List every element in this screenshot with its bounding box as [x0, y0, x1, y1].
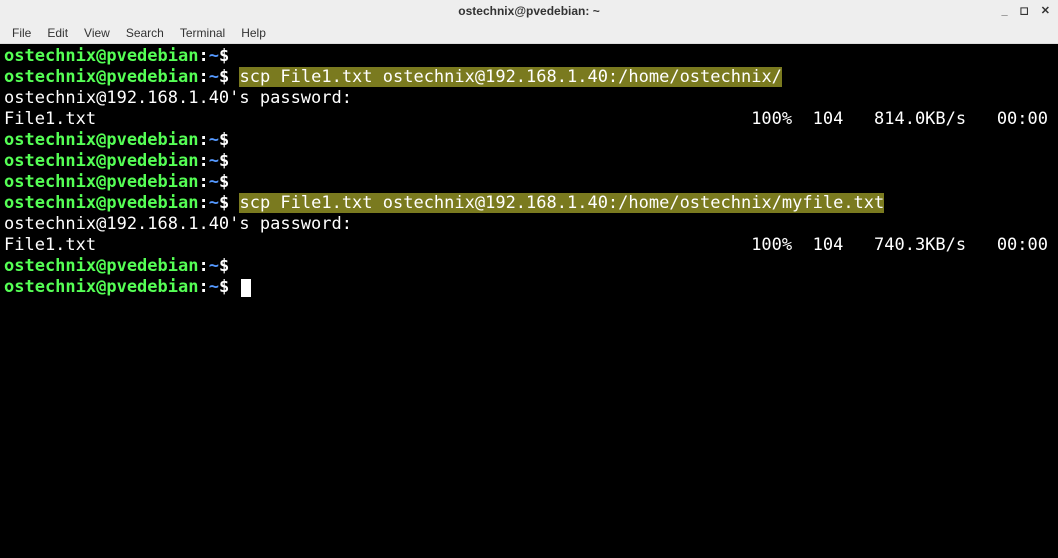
prompt-separator: :: [198, 151, 208, 171]
window-controls: _ ◻ ✕: [1000, 6, 1052, 17]
prompt-cwd: ~: [209, 172, 219, 192]
prompt-separator: :: [198, 172, 208, 192]
prompt-user-host: ostechnix@pvedebian: [4, 172, 198, 192]
titlebar[interactable]: ostechnix@pvedebian: ~ _ ◻ ✕: [0, 0, 1058, 22]
prompt-user-host: ostechnix@pvedebian: [4, 256, 198, 276]
window-title: ostechnix@pvedebian: ~: [458, 4, 599, 18]
prompt-user-host: ostechnix@pvedebian: [4, 46, 198, 66]
terminal-content[interactable]: ostechnix@pvedebian:~$ ostechnix@pvedebi…: [0, 44, 1058, 558]
prompt-user-host: ostechnix@pvedebian: [4, 277, 198, 297]
terminal-line: ostechnix@pvedebian:~$ scp File1.txt ost…: [4, 193, 1054, 214]
prompt-dollar: $: [219, 67, 229, 87]
menu-search[interactable]: Search: [118, 24, 172, 42]
transfer-stats: 100% 104 740.3KB/s 00:00: [751, 235, 1054, 256]
menu-terminal[interactable]: Terminal: [172, 24, 233, 42]
prompt-user-host: ostechnix@pvedebian: [4, 151, 198, 171]
prompt-cwd: ~: [209, 256, 219, 276]
menu-file[interactable]: File: [4, 24, 39, 42]
prompt-user-host: ostechnix@pvedebian: [4, 130, 198, 150]
prompt-separator: :: [198, 130, 208, 150]
prompt-user-host: ostechnix@pvedebian: [4, 67, 198, 87]
output-text: ostechnix@192.168.1.40's password:: [4, 88, 352, 108]
close-icon[interactable]: ✕: [1039, 6, 1052, 17]
menu-view[interactable]: View: [76, 24, 118, 42]
prompt-dollar: $: [219, 256, 229, 276]
transfer-filename: File1.txt: [4, 235, 96, 256]
minimize-icon[interactable]: _: [1000, 6, 1010, 17]
prompt-separator: :: [198, 256, 208, 276]
prompt-cwd: ~: [209, 151, 219, 171]
prompt-cwd: ~: [209, 130, 219, 150]
terminal-line: ostechnix@pvedebian:~$: [4, 130, 1054, 151]
terminal-line: ostechnix@pvedebian:~$: [4, 151, 1054, 172]
command-text: scp File1.txt ostechnix@192.168.1.40:/ho…: [239, 67, 781, 87]
terminal-line: ostechnix@pvedebian:~$: [4, 256, 1054, 277]
prompt-separator: :: [198, 67, 208, 87]
terminal-line: ostechnix@192.168.1.40's password:: [4, 214, 1054, 235]
prompt-dollar: $: [219, 151, 229, 171]
transfer-stats: 100% 104 814.0KB/s 00:00: [751, 109, 1054, 130]
terminal-window: ostechnix@pvedebian: ~ _ ◻ ✕ File Edit V…: [0, 0, 1058, 558]
prompt-separator: :: [198, 277, 208, 297]
prompt-dollar: $: [219, 130, 229, 150]
terminal-line: ostechnix@pvedebian:~$: [4, 172, 1054, 193]
maximize-icon[interactable]: ◻: [1018, 6, 1031, 17]
prompt-cwd: ~: [209, 193, 219, 213]
terminal-line: ostechnix@pvedebian:~$ scp File1.txt ost…: [4, 67, 1054, 88]
prompt-cwd: ~: [209, 277, 219, 297]
transfer-filename: File1.txt: [4, 109, 96, 130]
output-text: ostechnix@192.168.1.40's password:: [4, 214, 352, 234]
terminal-line: ostechnix@pvedebian:~$: [4, 277, 1054, 298]
prompt-dollar: $: [219, 277, 229, 297]
terminal-line: ostechnix@192.168.1.40's password:: [4, 88, 1054, 109]
prompt-dollar: $: [219, 193, 229, 213]
menubar: File Edit View Search Terminal Help: [0, 22, 1058, 44]
command-text: scp File1.txt ostechnix@192.168.1.40:/ho…: [239, 193, 884, 213]
menu-help[interactable]: Help: [233, 24, 274, 42]
prompt-separator: :: [198, 193, 208, 213]
prompt-cwd: ~: [209, 67, 219, 87]
terminal-line: File1.txt 100% 104 814.0KB/s 00:00: [4, 109, 1054, 130]
prompt-cwd: ~: [209, 46, 219, 66]
terminal-line: File1.txt 100% 104 740.3KB/s 00:00: [4, 235, 1054, 256]
prompt-dollar: $: [219, 46, 229, 66]
prompt-separator: :: [198, 46, 208, 66]
prompt-user-host: ostechnix@pvedebian: [4, 193, 198, 213]
prompt-dollar: $: [219, 172, 229, 192]
terminal-line: ostechnix@pvedebian:~$: [4, 46, 1054, 67]
cursor: [241, 279, 251, 297]
menu-edit[interactable]: Edit: [39, 24, 76, 42]
